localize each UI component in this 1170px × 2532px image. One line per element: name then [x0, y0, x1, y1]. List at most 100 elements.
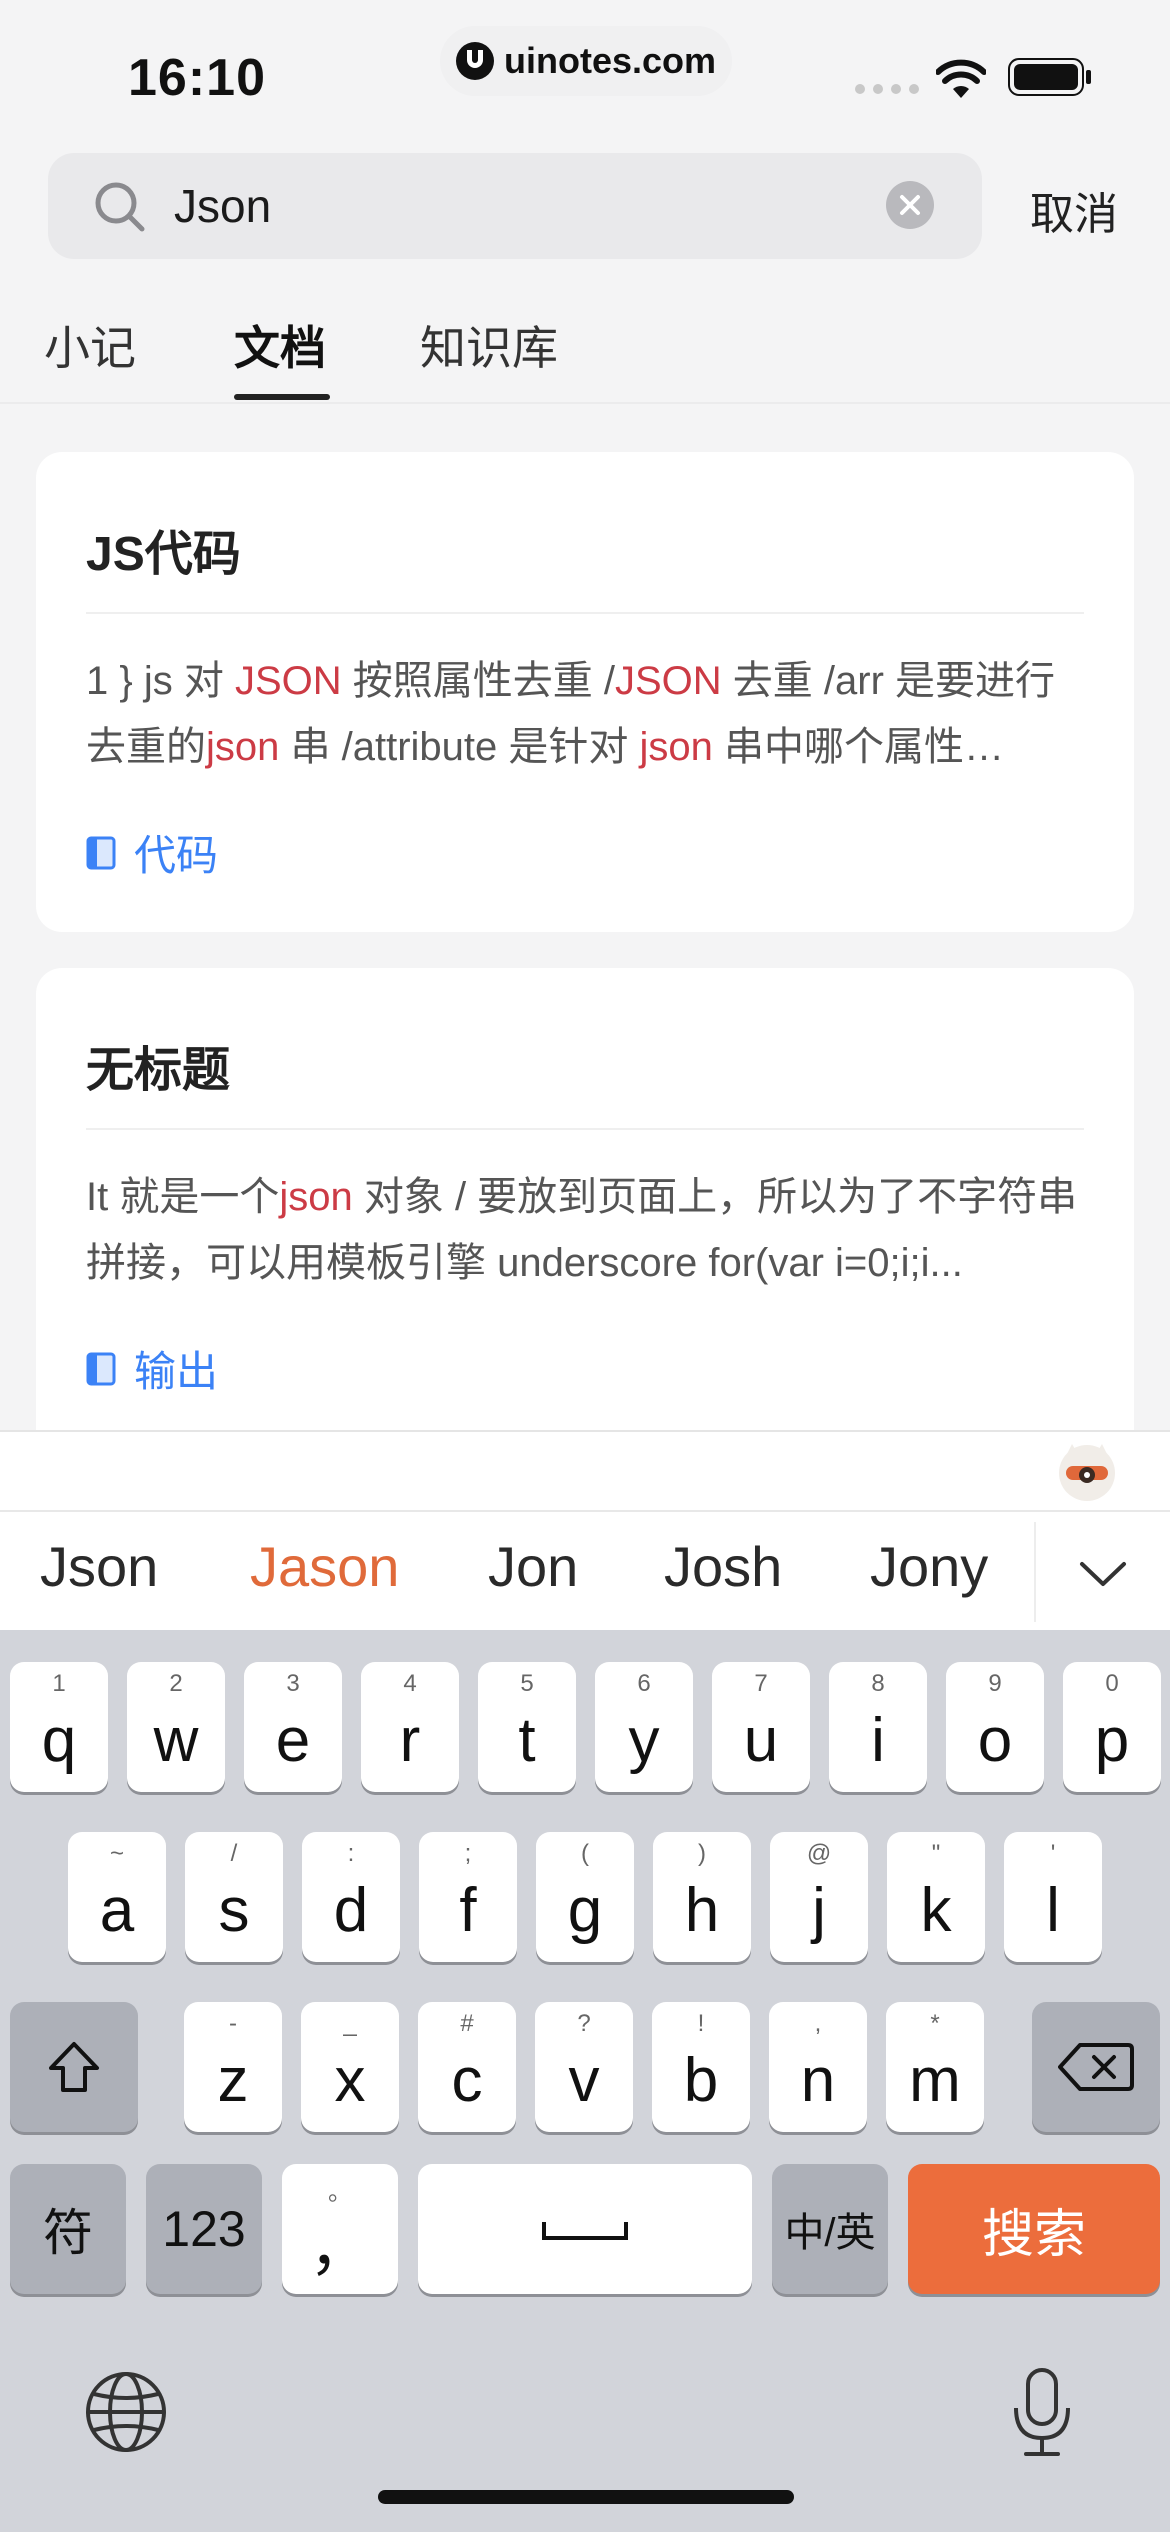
key-u[interactable]: 7u	[712, 1662, 810, 1792]
suggestion-item[interactable]: Josh	[664, 1534, 782, 1599]
tab-notes[interactable]: 小记	[44, 312, 136, 378]
site-logo-icon	[455, 42, 494, 80]
key-e[interactable]: 3e	[244, 1662, 342, 1792]
snippet-text: 串 /attribute 是针对	[279, 725, 640, 769]
search-input[interactable]	[174, 175, 854, 237]
result-card[interactable]: JS代码 1 } js 对 JSON 按照属性去重 /JSON 去重 /arr …	[36, 452, 1134, 932]
shift-key[interactable]	[10, 2002, 138, 2132]
key-hint: *	[930, 2010, 940, 2037]
key-s[interactable]: / s	[185, 1832, 283, 1962]
key-hint: 5	[520, 1670, 534, 1697]
key-hint: ;	[464, 1840, 472, 1867]
key-label: a	[99, 1875, 135, 1945]
divider	[1034, 1522, 1036, 1622]
key-label: c	[451, 2045, 483, 2115]
key-l[interactable]: ' l	[1004, 1832, 1102, 1962]
backspace-key[interactable]	[1032, 2002, 1160, 2132]
key-hint: 7	[754, 1670, 768, 1697]
key-f[interactable]: ; f	[419, 1832, 517, 1962]
tab-documents[interactable]: 文档	[234, 312, 326, 378]
search-icon	[95, 182, 145, 232]
key-d[interactable]: :d	[302, 1832, 400, 1962]
word-suggestions-bar: Json Jason Jon Josh Jony	[0, 1510, 1170, 1630]
key-label: y	[628, 1705, 660, 1775]
search-highlight: json	[206, 725, 280, 769]
result-title: JS代码	[86, 528, 241, 581]
key-hint: :	[347, 1840, 355, 1867]
numbers-key[interactable]: 123	[146, 2164, 262, 2294]
chevron-down-icon[interactable]	[1076, 1546, 1130, 1600]
globe-icon[interactable]	[84, 2370, 168, 2454]
key-i[interactable]: 8i	[829, 1662, 927, 1792]
cellular-signal-icon	[855, 84, 919, 94]
key-g[interactable]: (g	[536, 1832, 634, 1962]
key-label: f	[459, 1875, 477, 1945]
search-key[interactable]: 搜索	[908, 2164, 1160, 2294]
tab-knowledge-base[interactable]: 知识库	[420, 312, 558, 378]
key-j[interactable]: @ j	[770, 1832, 868, 1962]
key-h[interactable]: ) h	[653, 1832, 751, 1962]
key-hint: _	[343, 2010, 357, 2037]
search-highlight: JSON	[234, 659, 342, 703]
book-icon	[86, 836, 116, 869]
search-highlight: JSON	[614, 659, 722, 703]
key-label: g	[567, 1875, 603, 1945]
key-n[interactable]: ,n	[769, 2002, 867, 2132]
punctuation-label: ，	[308, 2214, 371, 2283]
search-bar[interactable]	[48, 153, 982, 259]
key-v[interactable]: ? v	[535, 2002, 633, 2132]
cancel-button[interactable]: 取消	[1030, 178, 1118, 242]
battery-icon	[1008, 58, 1091, 96]
key-m[interactable]: * m	[886, 2002, 984, 2132]
key-o[interactable]: 9o	[946, 1662, 1044, 1792]
key-label: v	[568, 2045, 600, 2115]
key-hint: 4	[403, 1670, 417, 1697]
key-k[interactable]: " k	[887, 1832, 985, 1962]
keyboard-toolbar	[0, 1430, 1170, 1510]
punctuation-key[interactable]: 。 ，	[282, 2164, 398, 2294]
key-b[interactable]: ! b	[652, 2002, 750, 2132]
language-switch-key[interactable]: 中/英	[772, 2164, 888, 2294]
key-t[interactable]: 5t	[478, 1662, 576, 1792]
key-w[interactable]: 2w	[127, 1662, 225, 1792]
key-q[interactable]: 1q	[10, 1662, 108, 1792]
key-hint: /	[230, 1840, 238, 1867]
key-y[interactable]: 6y	[595, 1662, 693, 1792]
wifi-icon	[936, 59, 986, 98]
keyboard-mascot-icon[interactable]	[1054, 1438, 1120, 1504]
space-icon	[542, 2222, 628, 2240]
suggestion-item[interactable]: Json	[40, 1534, 158, 1599]
key-z[interactable]: -z	[184, 2002, 282, 2132]
key-label: t	[518, 1705, 536, 1775]
keyboard: 1q2w3e4r5t6y7u8i9o0p ~ a / s: d; f(g) h @ j " k ' l …	[0, 1630, 1170, 2532]
divider	[86, 1128, 1084, 1130]
key-p[interactable]: 0p	[1063, 1662, 1161, 1792]
result-card[interactable]: 无标题 It 就是一个json 对象 / 要放到页面上，所以为了不字符串拼接，可…	[36, 968, 1134, 1488]
suggestion-item[interactable]: Jason	[250, 1534, 399, 1599]
suggestion-item[interactable]: Jony	[870, 1534, 988, 1599]
key-hint: 6	[637, 1670, 651, 1697]
punctuation-hint: 。	[328, 2179, 352, 2206]
key-c[interactable]: # c	[418, 2002, 516, 2132]
home-indicator[interactable]	[378, 2490, 794, 2504]
result-knowledge-base-tag[interactable]: 输出	[86, 1338, 218, 1399]
key-r[interactable]: 4r	[361, 1662, 459, 1792]
result-knowledge-base-tag[interactable]: 代码	[86, 822, 218, 883]
key-x[interactable]: _ x	[301, 2002, 399, 2132]
key-label: o	[977, 1705, 1013, 1775]
key-hint: !	[697, 2010, 705, 2037]
suggestion-item[interactable]: Jon	[488, 1534, 578, 1599]
url-pill[interactable]: uinotes.com	[440, 26, 732, 96]
key-label: i	[871, 1705, 885, 1775]
key-hint: 2	[169, 1670, 183, 1697]
symbols-key[interactable]: 符	[10, 2164, 126, 2294]
clear-search-button[interactable]	[886, 181, 934, 229]
space-key[interactable]	[418, 2164, 752, 2294]
microphone-icon[interactable]	[1010, 2366, 1074, 2460]
result-tabs: 小记 文档 知识库	[0, 300, 1170, 404]
key-label: q	[41, 1705, 77, 1775]
status-bar: 16:10 uinotes.com	[0, 0, 1170, 140]
key-hint: 8	[871, 1670, 885, 1697]
key-a[interactable]: ~ a	[68, 1832, 166, 1962]
snippet-text: It 就是一个	[86, 1175, 280, 1219]
